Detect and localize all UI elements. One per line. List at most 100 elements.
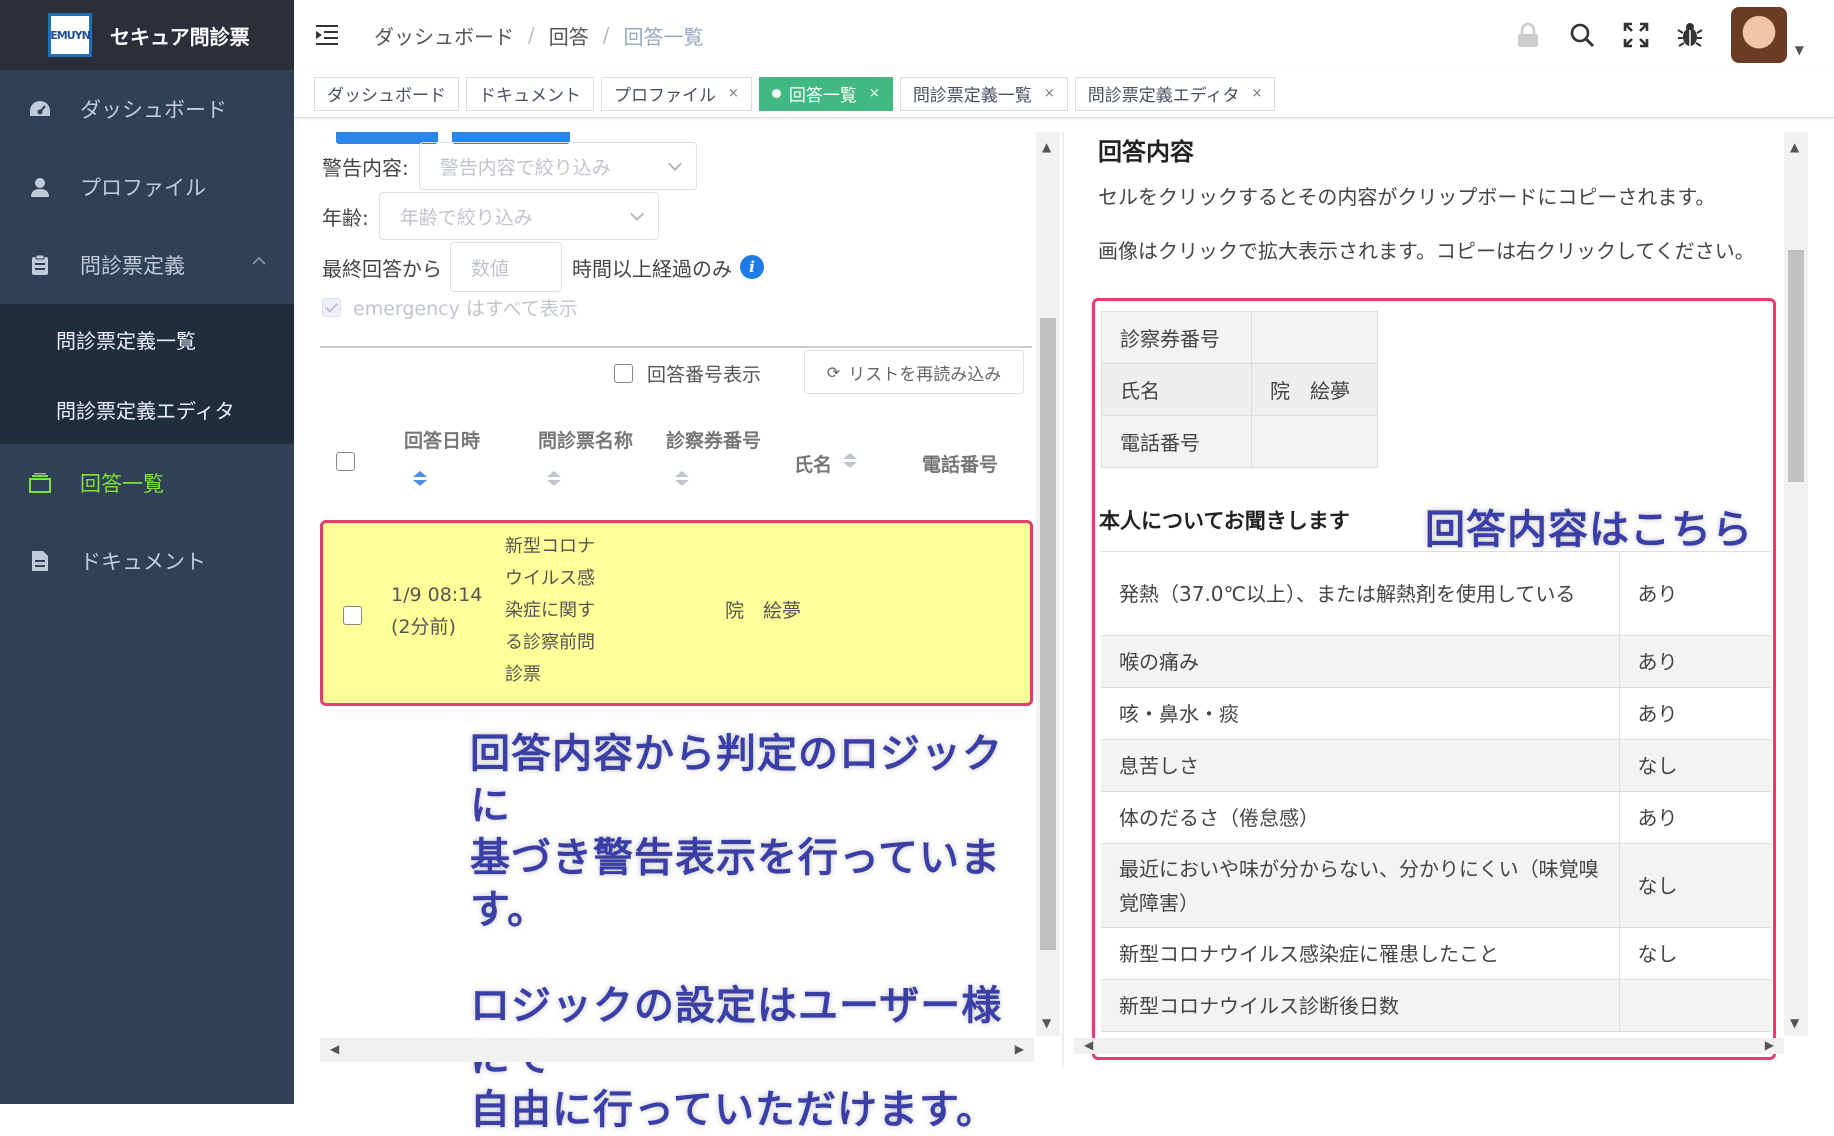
form-name-line: ウイルス感 [505,568,595,589]
answer-cell[interactable]: あり [1618,551,1771,636]
question-cell[interactable]: 咳・鼻水・痰 [1101,687,1619,740]
tag-form-editor[interactable]: 問診票定義エディタ × [1074,76,1276,111]
sidebar-item-dashboard[interactable]: ダッシュボード [0,70,294,148]
column-header-form-name[interactable]: 問診票名称 [538,426,633,453]
detail-horizontal-scrollbar[interactable]: ◀ ▶ [1074,1038,1784,1054]
row-datetime: 1/9 08:14 (2分前) [391,579,482,643]
tag-profile[interactable]: プロファイル × [601,76,752,111]
hamburger-icon[interactable] [316,24,342,46]
form-name-line: 染症に関す [505,600,595,621]
answer-cell[interactable]: あり [1618,635,1771,688]
name-value[interactable]: 院 絵夢 [1251,363,1378,416]
sidebar-item-form-list[interactable]: 問診票定義一覧 [0,304,294,374]
column-header-datetime[interactable]: 回答日時 [404,426,480,453]
row-checkbox[interactable] [343,606,362,625]
patient-no-value[interactable] [1251,311,1378,364]
sidebar-item-documents[interactable]: ドキュメント [0,522,294,600]
select-all-checkbox[interactable] [336,452,355,471]
search-icon[interactable] [1567,20,1597,50]
sort-icon[interactable] [842,452,858,470]
sort-active-icon[interactable] [412,470,428,488]
column-header-patient-no[interactable]: 診察券番号 [666,426,761,453]
scroll-right-icon[interactable]: ▶ [1015,1042,1024,1056]
sidebar-item-label: ダッシュボード [80,98,227,122]
sort-icon[interactable] [546,470,562,488]
sidebar-item-profile[interactable]: プロファイル [0,148,294,226]
question-cell[interactable]: 新型コロナウイルス診断後日数 [1101,979,1619,1032]
lock-icon[interactable] [1513,20,1543,50]
elapsed-filter-row: 最終回答から 数値 時間以上経過のみ i [322,242,764,292]
brand[interactable]: EMUYN セキュア問診票 [0,0,294,70]
list-vertical-scrollbar[interactable]: ▲ ▼ [1036,132,1060,1036]
question-cell[interactable]: 息苦しさ [1101,739,1619,792]
patient-no-label[interactable]: 診察券番号 [1101,311,1252,364]
scrollbar-thumb[interactable] [1788,250,1804,482]
emergency-checkbox [322,298,341,317]
sidebar-item-form-definition[interactable]: 問診票定義 [0,226,294,304]
answer-cell[interactable] [1618,979,1771,1032]
scroll-left-icon[interactable]: ◀ [330,1042,339,1056]
breadcrumb-dashboard[interactable]: ダッシュボード [374,21,514,50]
fullscreen-icon[interactable] [1621,20,1651,50]
scroll-right-icon[interactable]: ▶ [1765,1038,1774,1052]
scroll-down-icon[interactable]: ▼ [1042,1016,1051,1030]
question-cell[interactable]: 喉の痛み [1101,635,1619,688]
question-cell[interactable]: 新型コロナウイルス感染症に罹患したこと [1101,927,1619,980]
avatar[interactable] [1730,7,1787,63]
divider [320,346,1032,348]
tag-label: 問診票定義エディタ [1087,86,1240,106]
tag-answers[interactable]: 回答一覧 × [758,76,893,111]
scroll-up-icon[interactable]: ▲ [1790,140,1799,154]
bug-icon[interactable] [1675,20,1705,50]
scroll-left-icon[interactable]: ◀ [1084,1038,1093,1052]
age-filter-select[interactable]: 年齢で絞り込み [378,192,659,240]
sidebar-item-label: 回答一覧 [80,472,164,496]
phone-label[interactable]: 電話番号 [1101,415,1252,468]
emergency-label: emergency はすべて表示 [353,298,578,320]
warning-filter-select[interactable]: 警告内容で絞り込み [418,142,697,190]
close-icon[interactable]: × [1252,86,1263,101]
info-icon[interactable]: i [740,255,764,279]
scrollbar-thumb[interactable] [1040,318,1056,950]
table-row[interactable]: 1/9 08:14 (2分前) 新型コロナ ウイルス感 染症に関す る診察前問 … [320,520,1033,706]
clipboard-icon [28,253,52,277]
show-number-checkbox[interactable] [614,364,633,383]
sidebar-menu: ダッシュボード プロファイル 問診票定義 [0,70,294,304]
question-cell[interactable]: 発熱（37.0℃以上）、または解熱剤を使用している [1101,551,1619,636]
hours-input[interactable]: 数値 [450,242,562,292]
pane-divider[interactable] [1062,132,1064,1068]
list-horizontal-scrollbar[interactable]: ◀ ▶ [320,1038,1034,1062]
sort-icon[interactable] [674,470,690,488]
scroll-down-icon[interactable]: ▼ [1790,1016,1799,1030]
name-label[interactable]: 氏名 [1101,363,1252,416]
tag-form-list[interactable]: 問診票定義一覧 × [899,76,1068,111]
sidebar-item-answers[interactable]: 回答一覧 [0,444,294,522]
breadcrumb-answers[interactable]: 回答 [549,21,589,50]
column-header-phone[interactable]: 電話番号 [922,450,998,477]
tag-label: プロファイル [614,86,716,106]
close-icon[interactable]: × [728,86,739,101]
tag-dashboard[interactable]: ダッシュボード [314,76,459,111]
caret-down-icon[interactable]: ▼ [1795,43,1804,57]
sidebar-item-form-editor[interactable]: 問診票定義エディタ [0,374,294,444]
answer-cell[interactable]: なし [1618,927,1771,980]
detail-desc-copy: セルをクリックするとその内容がクリップボードにコピーされます。 [1098,185,1716,209]
answer-cell[interactable]: なし [1618,843,1771,928]
close-icon[interactable]: × [1044,86,1055,101]
question-cell[interactable]: 体のだるさ（倦怠感） [1101,791,1619,844]
column-header-name[interactable]: 氏名 [794,450,832,477]
age-filter-row: 年齢: 年齢で絞り込み [322,192,659,240]
detail-vertical-scrollbar[interactable]: ▲ ▼ [1784,132,1808,1036]
answer-cell[interactable]: あり [1618,687,1771,740]
question-cell[interactable]: 最近においや味が分からない、分かりにくい（味覚嗅覚障害） [1101,843,1619,928]
close-icon[interactable]: × [869,86,880,101]
annotation-line: ロジックの設定はユーザー様にて [470,983,1003,1081]
sidebar: EMUYN セキュア問診票 ダッシュボード プロファイル 問診票定義 問診票定義 [0,0,294,1104]
answer-cell[interactable]: なし [1618,739,1771,792]
phone-value[interactable] [1251,415,1378,468]
annotation-spacer [470,936,1036,980]
tag-documents[interactable]: ドキュメント [466,76,594,111]
answer-cell[interactable]: あり [1618,791,1771,844]
scroll-up-icon[interactable]: ▲ [1042,140,1051,154]
reload-button[interactable]: ⟳ リストを再読み込み [804,350,1024,394]
